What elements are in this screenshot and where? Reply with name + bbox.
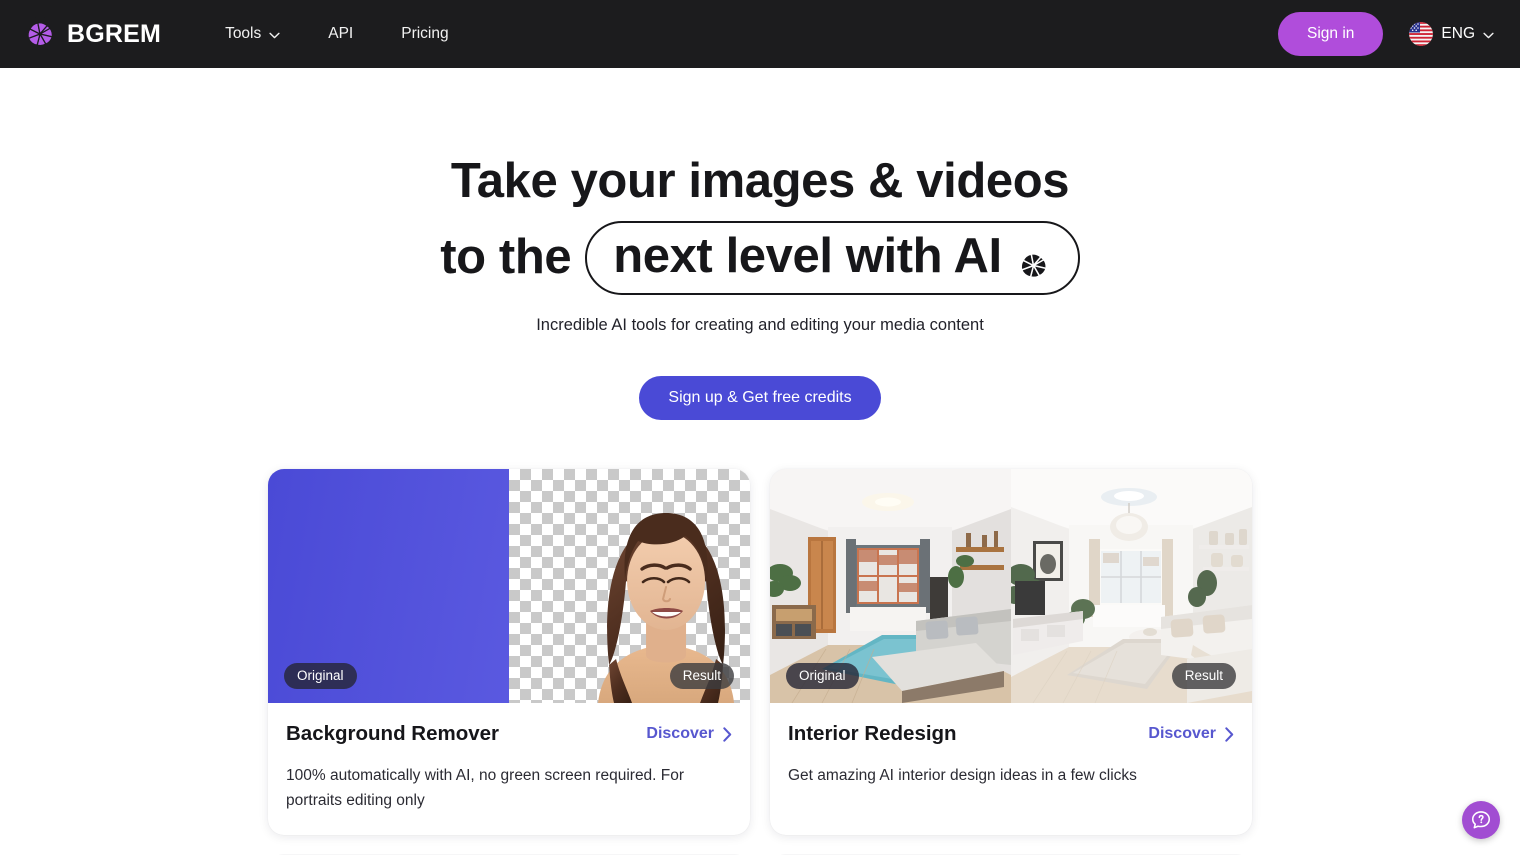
- question-mark-chat-bubble-icon: [1470, 809, 1492, 831]
- main-nav: Tools API Pricing: [201, 15, 473, 53]
- badge-original: Original: [786, 662, 859, 689]
- nav-item-api[interactable]: API: [304, 15, 377, 53]
- tool-card-background-remover[interactable]: Original Result Background Remover Disco…: [268, 468, 750, 835]
- discover-link[interactable]: Discover: [1148, 725, 1234, 743]
- card-title: Background Remover: [286, 721, 500, 745]
- discover-label: Discover: [646, 725, 714, 743]
- aperture-logo-icon: [22, 16, 58, 52]
- hero-subtitle: Incredible AI tools for creating and edi…: [536, 315, 984, 334]
- badge-result: Result: [1171, 662, 1236, 689]
- card-body: Interior Redesign Discover Get amazing A…: [770, 703, 1252, 810]
- nav-item-label: Tools: [225, 25, 262, 42]
- tool-card-grid: Original Result Background Remover Disco…: [268, 468, 1252, 835]
- chevron-down-icon: [269, 32, 280, 39]
- nav-item-pricing[interactable]: Pricing: [377, 15, 472, 53]
- card-header: Background Remover Discover: [286, 721, 732, 748]
- brand-logo[interactable]: BGREM: [22, 16, 161, 52]
- chevron-right-icon: [723, 727, 732, 742]
- card-description: 100% automatically with AI, no green scr…: [286, 766, 685, 809]
- tool-card-interior-redesign[interactable]: Original Result Interior Redesign Discov…: [770, 468, 1252, 835]
- header-actions: Sign in ENG: [1278, 12, 1498, 56]
- hero-pill-text: next level with AI: [613, 228, 1002, 283]
- hero-title-line2: to the next level with AI: [0, 220, 1520, 296]
- language-selector[interactable]: ENG: [1405, 16, 1498, 52]
- card-media: Original Result: [268, 468, 750, 703]
- chevron-right-icon: [1225, 727, 1234, 742]
- nav-item-label: Pricing: [401, 25, 449, 42]
- card-media: Original Result: [770, 468, 1252, 703]
- hero-title-prefix: to the: [440, 229, 572, 284]
- hero-highlight-pill: next level with AI: [585, 220, 1080, 296]
- badge-result: Result: [669, 662, 734, 689]
- us-flag-icon: [1409, 22, 1434, 46]
- hero-section: Take your images & videos to the next le…: [0, 68, 1520, 420]
- discover-link[interactable]: Discover: [646, 725, 732, 743]
- nav-item-tools[interactable]: Tools: [201, 15, 304, 53]
- nav-item-label: API: [328, 25, 354, 42]
- help-support-button[interactable]: [1462, 801, 1500, 839]
- language-label: ENG: [1441, 25, 1475, 42]
- badge-original: Original: [284, 662, 357, 689]
- brand-name: BGREM: [67, 19, 162, 48]
- card-title: Interior Redesign: [788, 721, 957, 745]
- card-body: Background Remover Discover 100% automat…: [268, 703, 750, 835]
- card-header: Interior Redesign Discover: [788, 721, 1234, 748]
- discover-label: Discover: [1148, 725, 1216, 743]
- site-header: BGREM Tools API Pricing Sign in ENG: [0, 0, 1520, 68]
- aperture-icon: [1015, 239, 1052, 279]
- page-title: Take your images & videos to the next le…: [0, 144, 1520, 296]
- sign-in-button[interactable]: Sign in: [1278, 12, 1384, 56]
- hero-title-line1: Take your images & videos: [450, 154, 1070, 208]
- card-description: Get amazing AI interior design ideas in …: [788, 766, 1137, 784]
- signup-free-credits-button[interactable]: Sign up & Get free credits: [639, 375, 881, 420]
- chevron-down-icon: [1483, 32, 1494, 39]
